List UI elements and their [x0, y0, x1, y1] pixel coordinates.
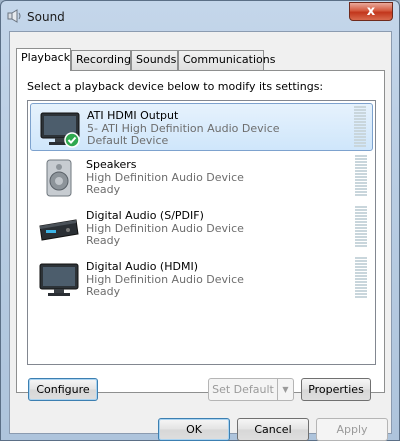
configure-label: Configure [36, 383, 90, 396]
device-list[interactable]: ATI HDMI Output 5- ATI High Definition A… [27, 100, 376, 365]
volume-meter [354, 106, 366, 150]
title-bar[interactable]: Sound x [1, 1, 399, 31]
monitor-icon [40, 112, 80, 148]
device-name: Speakers [86, 158, 137, 171]
device-name: Digital Audio (S/PDIF) [86, 209, 204, 222]
device-item[interactable]: Digital Audio (S/PDIF) High Definition A… [30, 204, 373, 252]
close-button[interactable]: x [349, 2, 393, 21]
speaker-icon [46, 159, 72, 197]
ok-button[interactable]: OK [158, 418, 230, 441]
device-name: Digital Audio (HDMI) [86, 260, 198, 273]
device-item[interactable]: ATI HDMI Output 5- ATI High Definition A… [30, 103, 373, 151]
chevron-down-icon[interactable]: ▼ [277, 379, 293, 400]
volume-meter [355, 257, 367, 301]
configure-button[interactable]: Configure [28, 378, 98, 401]
device-status: Ready [86, 234, 121, 247]
device-status: Ready [86, 183, 121, 196]
window-title: Sound [27, 10, 65, 24]
device-status: Ready [86, 285, 121, 298]
properties-button[interactable]: Properties [301, 378, 371, 401]
volume-meter [355, 206, 367, 250]
device-item[interactable]: Digital Audio (HDMI) High Definition Aud… [30, 255, 373, 303]
device-name: ATI HDMI Output [87, 109, 179, 122]
apply-button[interactable]: Apply [316, 418, 388, 441]
instruction-text: Select a playback device below to modify… [27, 80, 324, 93]
cancel-button[interactable]: Cancel [237, 418, 309, 441]
set-default-label: Set Default [212, 383, 274, 396]
speaker-icon [7, 9, 21, 23]
receiver-icon [39, 219, 79, 241]
sound-dialog: Sound x Playback Recording Sounds Commun… [0, 0, 400, 441]
properties-label: Properties [308, 383, 364, 396]
volume-meter [355, 155, 367, 199]
playback-panel: Select a playback device below to modify… [16, 70, 385, 393]
dialog-client: Playback Recording Sounds Communications… [9, 31, 392, 441]
device-item[interactable]: Speakers High Definition Audio Device Re… [30, 153, 373, 201]
set-default-button[interactable]: Set Default ▼ [208, 378, 294, 401]
tab-playback[interactable]: Playback [16, 48, 71, 71]
device-status: Default Device [87, 134, 169, 147]
tab-communications[interactable]: Communications [178, 50, 275, 70]
tab-sounds[interactable]: Sounds [131, 50, 178, 70]
monitor-icon [39, 263, 79, 296]
tab-recording[interactable]: Recording [71, 50, 131, 70]
